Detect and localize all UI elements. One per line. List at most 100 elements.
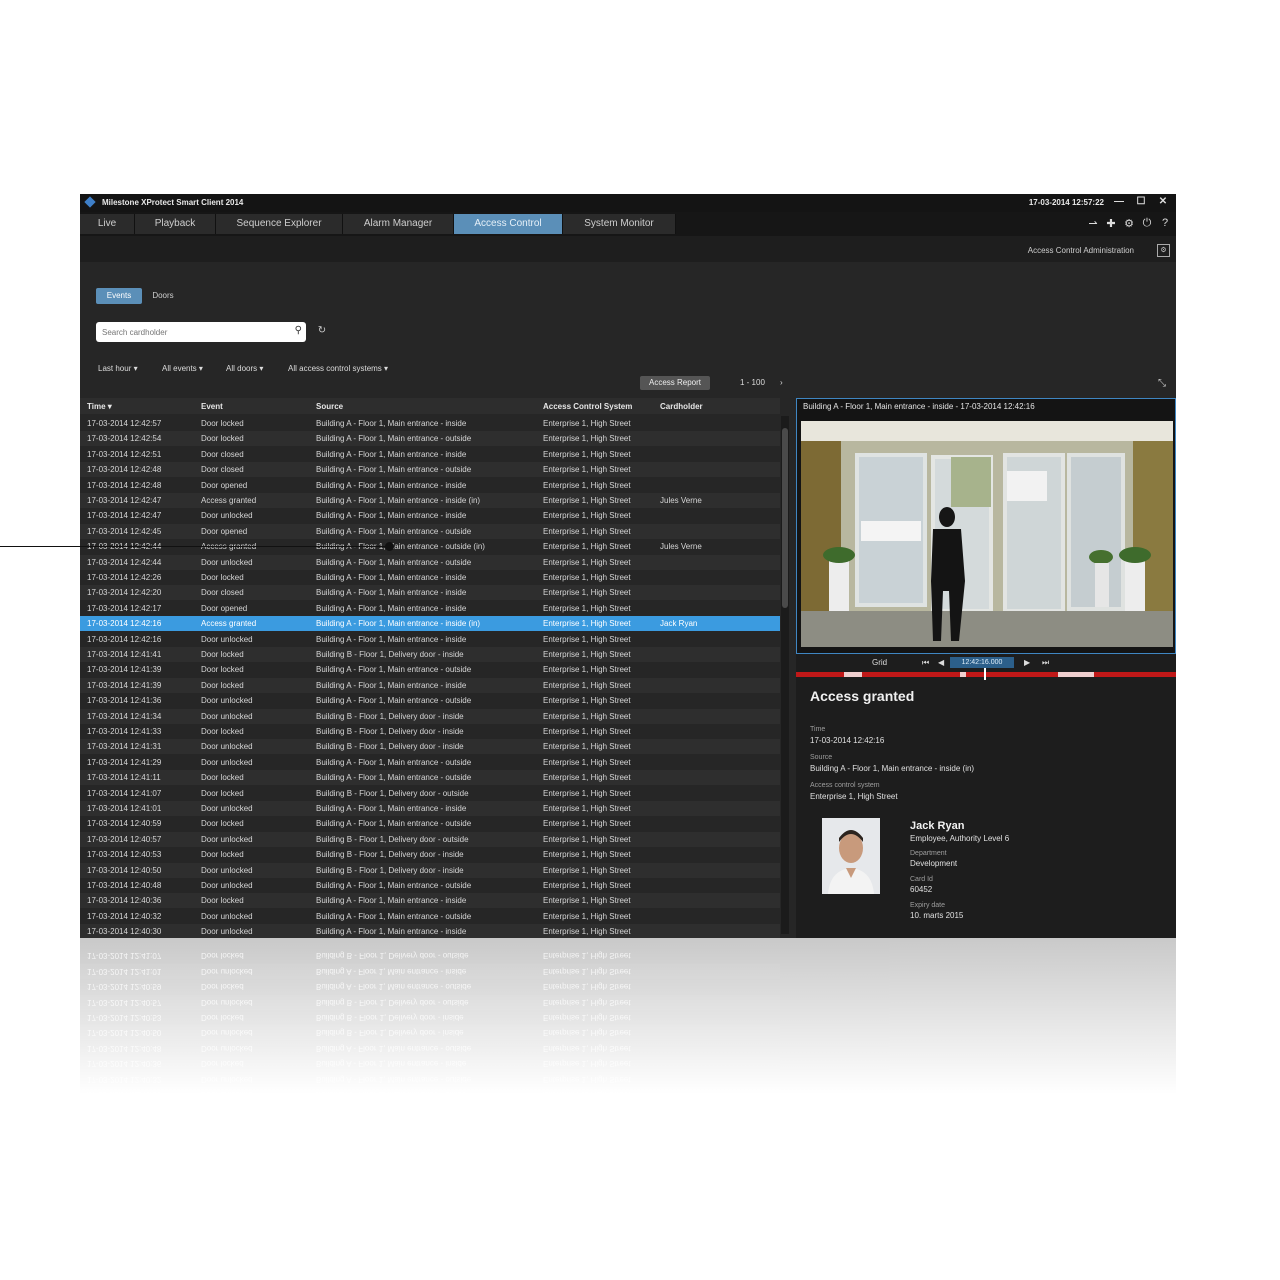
event-cell: Door unlocked: [201, 804, 253, 813]
refresh-icon[interactable]: ↻: [316, 325, 328, 337]
tab-playback[interactable]: Playback: [135, 214, 216, 234]
skip-back-icon[interactable]: ⏮: [922, 658, 929, 668]
minimize-button[interactable]: —: [1110, 196, 1128, 208]
column-header-source[interactable]: Source: [316, 402, 343, 411]
acs-cell: Enterprise 1, High Street: [543, 788, 631, 798]
time-cell: 17-03-2014 12:42:57: [87, 419, 162, 428]
table-row[interactable]: 17-03-2014 12:41:01 Door unlocked Building…: [80, 801, 780, 816]
table-row[interactable]: 17-03-2014 12:41:33 Door locked Building B…: [80, 724, 780, 739]
table-row[interactable]: 17-03-2014 12:40:32 Door unlocked Building…: [80, 909, 780, 924]
event-cell: Door closed: [201, 449, 244, 459]
events-toggle[interactable]: Events: [96, 288, 142, 304]
table-row[interactable]: 17-03-2014 12:41:11 Door locked Building A…: [80, 770, 780, 786]
access-control-admin-link[interactable]: Access Control Administration: [1028, 246, 1134, 255]
screen-reflection: 17-03-2014 12:41:07Door lockedBuilding B…: [80, 938, 1176, 1102]
table-scrollbar[interactable]: [781, 416, 789, 934]
search-input[interactable]: [102, 325, 282, 339]
table-row[interactable]: 17-03-2014 12:40:53 Door locked Building B…: [80, 847, 780, 862]
time-cell: 17-03-2014 12:42:51: [87, 449, 162, 459]
time-cell: 17-03-2014 12:40:30: [87, 927, 162, 937]
play-icon[interactable]: ▶: [1024, 658, 1030, 667]
camera-view[interactable]: Building A - Floor 1, Main entrance - in…: [796, 398, 1176, 654]
acs-cell: Enterprise 1, High Street: [543, 496, 631, 505]
table-row[interactable]: 17-03-2014 12:42:47 Access granted Buildin…: [80, 493, 780, 508]
table-row[interactable]: 17-03-2014 12:40:57 Door unlocked Building…: [80, 831, 780, 847]
table-row[interactable]: 17-03-2014 12:42:17 Door opened Building A…: [80, 601, 780, 616]
tab-live[interactable]: Live: [80, 214, 135, 234]
search-icon[interactable]: ⚲: [295, 325, 302, 336]
playback-mode[interactable]: Grid: [872, 658, 887, 667]
table-row[interactable]: 17-03-2014 12:40:59 Door locked Building A…: [80, 816, 780, 831]
table-row[interactable]: 17-03-2014 12:41:31 Door unlocked Building…: [80, 739, 780, 755]
time-cell: 17-03-2014 12:42:17: [87, 603, 162, 613]
maximize-button[interactable]: ☐: [1132, 196, 1150, 208]
timeline-cursor[interactable]: [984, 668, 986, 680]
table-row[interactable]: 17-03-2014 12:40:48 Door unlocked Building…: [80, 878, 780, 893]
column-header-cardholder[interactable]: Cardholder: [660, 402, 703, 411]
filter-events[interactable]: All events ▾: [162, 364, 203, 373]
expiry-value: 10. marts 2015: [910, 911, 964, 920]
table-row[interactable]: 17-03-2014 12:42:20 Door closed Building A…: [80, 585, 780, 601]
column-header-event[interactable]: Event: [201, 402, 223, 411]
tab-system-monitor[interactable]: System Monitor: [563, 214, 676, 234]
table-row[interactable]: 17-03-2014 12:41:34 Door unlocked Building…: [80, 708, 780, 724]
source-cell: Building A - Floor 1, Main entrance - in…: [316, 927, 467, 937]
column-header-time[interactable]: Time ▾: [87, 402, 112, 411]
tab-alarm-manager[interactable]: Alarm Manager: [343, 214, 454, 234]
event-cell: Door unlocked: [201, 511, 253, 521]
source-cell: Building A - Floor 1, Main entrance - in…: [316, 896, 467, 906]
scrollbar-thumb[interactable]: [782, 428, 788, 608]
time-cell: 17-03-2014 12:41:41: [87, 650, 162, 659]
filter-time[interactable]: Last hour ▾: [98, 364, 138, 373]
acs-cell: Enterprise 1, High Street: [543, 434, 631, 444]
table-row[interactable]: 17-03-2014 12:42:44 Door unlocked Building…: [80, 554, 780, 570]
title-bar: Milestone XProtect Smart Client 2014 17-…: [80, 194, 1176, 212]
time-cell: 17-03-2014 12:41:07: [87, 788, 162, 798]
gear-icon[interactable]: ⚙: [1122, 217, 1136, 230]
table-row[interactable]: 17-03-2014 12:40:50 Door unlocked Building…: [80, 862, 780, 878]
next-page-button[interactable]: ›: [780, 378, 783, 387]
filter-doors[interactable]: All doors ▾: [226, 364, 263, 373]
source-cell: Building A - Floor 1, Main entrance - in…: [316, 680, 467, 690]
doors-toggle[interactable]: Doors: [146, 288, 180, 304]
acs-cell: Enterprise 1, High Street: [543, 419, 631, 428]
time-cell: 17-03-2014 12:40:53: [87, 850, 162, 860]
table-row[interactable]: 17-03-2014 12:42:47 Door unlocked Building…: [80, 508, 780, 523]
table-row[interactable]: 17-03-2014 12:42:16 Access granted Buildin…: [80, 616, 780, 632]
tab-sequence-explorer[interactable]: Sequence Explorer: [216, 214, 343, 234]
power-icon[interactable]: ⏻: [1140, 217, 1154, 230]
skip-forward-icon[interactable]: ⏭: [1042, 658, 1049, 668]
table-row[interactable]: 17-03-2014 12:41:29 Door unlocked Building…: [80, 755, 780, 770]
table-row[interactable]: 17-03-2014 12:42:48 Door closed Building A…: [80, 462, 780, 478]
event-cell: Door closed: [201, 588, 244, 598]
search-box: ⚲: [96, 322, 306, 342]
column-header-acs[interactable]: Access Control System: [543, 402, 632, 411]
settings-icon[interactable]: ⚙: [1157, 244, 1170, 257]
source-cell: Building B - Floor 1, Delivery door - in…: [316, 742, 464, 752]
table-row[interactable]: 17-03-2014 12:41:07 Door locked Building B…: [80, 786, 780, 801]
tab-access-control[interactable]: Access Control: [454, 214, 563, 234]
table-row[interactable]: 17-03-2014 12:42:16 Door unlocked Building…: [80, 632, 780, 647]
table-row[interactable]: 17-03-2014 12:42:48 Door opened Building A…: [80, 478, 780, 493]
table-row[interactable]: 17-03-2014 12:42:57 Door locked Building A…: [80, 416, 780, 431]
reflection-fade: [80, 938, 1176, 1102]
table-row[interactable]: 17-03-2014 12:40:36 Door locked Building A…: [80, 893, 780, 909]
table-row[interactable]: 17-03-2014 12:42:54 Door locked Building A…: [80, 431, 780, 447]
help-icon[interactable]: ?: [1158, 217, 1172, 229]
pin-icon[interactable]: ✚: [1104, 217, 1118, 230]
table-row[interactable]: 17-03-2014 12:42:51 Door closed Building A…: [80, 447, 780, 462]
table-row[interactable]: 17-03-2014 12:40:30 Door unlocked Building…: [80, 924, 780, 938]
table-row[interactable]: 17-03-2014 12:41:39 Door locked Building A…: [80, 662, 780, 677]
close-button[interactable]: ✕: [1154, 196, 1172, 208]
expand-icon[interactable]: ⤡: [1158, 378, 1166, 389]
table-row[interactable]: 17-03-2014 12:41:41 Door locked Building B…: [80, 647, 780, 662]
filter-systems[interactable]: All access control systems ▾: [288, 364, 388, 373]
access-report-button[interactable]: Access Report: [640, 376, 710, 390]
table-row[interactable]: 17-03-2014 12:41:39 Door locked Building A…: [80, 677, 780, 693]
table-row[interactable]: 17-03-2014 12:42:26 Door locked Building A…: [80, 570, 780, 585]
source-cell: Building A - Floor 1, Main entrance - in…: [316, 634, 467, 644]
step-back-icon[interactable]: ◀: [938, 658, 944, 667]
table-row[interactable]: 17-03-2014 12:42:45 Door opened Building A…: [80, 523, 780, 539]
pin-icon[interactable]: ⇀: [1086, 217, 1100, 230]
table-row[interactable]: 17-03-2014 12:41:36 Door unlocked Building…: [80, 693, 780, 708]
